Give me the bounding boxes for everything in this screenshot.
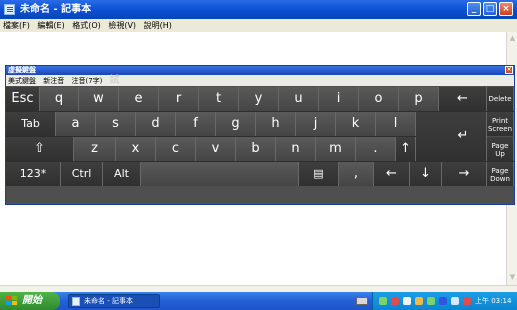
key-menu-icon[interactable]: ▤ <box>299 162 339 186</box>
key-i[interactable]: i <box>319 87 359 111</box>
key-alt[interactable]: Alt <box>103 162 141 186</box>
key-right-arrow[interactable]: → <box>442 162 487 186</box>
taskbar-notepad-button[interactable]: 未命名 - 記事本 <box>68 294 160 308</box>
menu-view[interactable]: 檢視(V) <box>108 21 136 30</box>
key-comma[interactable]: , <box>339 162 374 186</box>
system-tray: 上午 03:14 <box>372 292 517 310</box>
keyboard-tray-icon[interactable] <box>356 297 368 305</box>
key-ctrl[interactable]: Ctrl <box>61 162 103 186</box>
scroll-up-icon[interactable]: ▲ <box>508 34 517 43</box>
key-g[interactable]: g <box>216 112 256 136</box>
menu-bar: 檔案(F) 編輯(E) 格式(O) 檢視(V) 說明(H) <box>0 19 517 32</box>
notepad-icon <box>4 4 15 15</box>
key-delete[interactable]: Delete <box>487 87 514 111</box>
key-j[interactable]: j <box>296 112 336 136</box>
key-p[interactable]: p <box>399 87 439 111</box>
key-e[interactable]: e <box>119 87 159 111</box>
key-page-down[interactable]: Page Down <box>487 162 514 186</box>
menu-edit[interactable]: 編輯(E) <box>37 21 64 30</box>
key-up-arrow[interactable]: ↑ <box>396 137 416 161</box>
key-space[interactable] <box>141 162 299 186</box>
keyboard-title: 虛擬鍵盤 <box>8 66 36 74</box>
key-backspace[interactable]: ← <box>439 87 487 111</box>
notepad-task-icon <box>72 297 80 306</box>
menu-file[interactable]: 檔案(F) <box>3 21 30 30</box>
key-y[interactable]: y <box>239 87 279 111</box>
keyboard-titlebar[interactable]: 虛擬鍵盤 × <box>6 66 514 75</box>
keyboard-tabs: 美式鍵盤 新注音 注音(7字) 試 <box>6 75 514 86</box>
key-b[interactable]: b <box>236 137 276 161</box>
key-tab[interactable]: Tab <box>6 112 56 136</box>
key-x[interactable]: x <box>116 137 156 161</box>
key-t[interactable]: t <box>199 87 239 111</box>
display-icon[interactable] <box>439 297 447 305</box>
alert-icon[interactable] <box>463 297 471 305</box>
key-f[interactable]: f <box>176 112 216 136</box>
key-down-arrow[interactable]: ↓ <box>410 162 442 186</box>
key-r[interactable]: r <box>159 87 199 111</box>
task-label: 未命名 - 記事本 <box>84 297 133 305</box>
start-button[interactable]: 開始 <box>0 292 60 310</box>
update-icon[interactable] <box>427 297 435 305</box>
key-k[interactable]: k <box>336 112 376 136</box>
key-o[interactable]: o <box>359 87 399 111</box>
key-m[interactable]: m <box>316 137 356 161</box>
key-n[interactable]: n <box>276 137 316 161</box>
start-label: 開始 <box>22 295 42 306</box>
key-c[interactable]: c <box>156 137 196 161</box>
key-shift[interactable]: ⇧ <box>6 137 74 161</box>
key-q[interactable]: q <box>40 87 79 111</box>
input-icon[interactable] <box>403 297 411 305</box>
key-w[interactable]: w <box>79 87 119 111</box>
key-h[interactable]: h <box>256 112 296 136</box>
clock[interactable]: 上午 03:14 <box>475 292 511 310</box>
volume-icon[interactable] <box>451 297 459 305</box>
tab-us-keyboard[interactable]: 美式鍵盤 <box>8 77 36 85</box>
tab-zhuyin[interactable]: 注音(7字) <box>71 77 102 85</box>
network-icon[interactable] <box>379 297 387 305</box>
keyboard-close-icon[interactable]: × <box>505 66 513 74</box>
key-v[interactable]: v <box>196 137 236 161</box>
maximize-button[interactable]: □ <box>483 2 497 16</box>
taskbar: 開始 未命名 - 記事本 上午 03:14 <box>0 292 517 310</box>
key-page-up[interactable]: Page Up <box>487 137 514 161</box>
minimize-button[interactable]: _ <box>467 2 481 16</box>
window-titlebar[interactable]: 未命名 - 記事本 _ □ × <box>0 0 517 19</box>
menu-help[interactable]: 說明(H) <box>144 21 172 30</box>
key-l[interactable]: l <box>376 112 416 136</box>
key-u[interactable]: u <box>279 87 319 111</box>
key-s[interactable]: s <box>96 112 136 136</box>
shield-icon[interactable] <box>415 297 423 305</box>
tab-new-zhuyin[interactable]: 新注音 <box>43 77 64 85</box>
horizontal-scrollbar[interactable] <box>0 285 517 292</box>
key-esc[interactable]: Esc <box>6 87 40 111</box>
windows-logo-icon <box>6 296 17 306</box>
key-d[interactable]: d <box>136 112 176 136</box>
virtual-keyboard: 虛擬鍵盤 × 美式鍵盤 新注音 注音(7字) 試 Esc q w e r t y… <box>5 65 515 205</box>
window-title: 未命名 - 記事本 <box>20 4 92 15</box>
close-button[interactable]: × <box>499 2 513 16</box>
security-icon[interactable] <box>391 297 399 305</box>
menu-format[interactable]: 格式(O) <box>72 21 101 30</box>
key-left-arrow[interactable]: ← <box>374 162 410 186</box>
key-enter[interactable]: ↵ <box>439 124 487 148</box>
key-numbers-toggle[interactable]: 123* <box>6 162 61 186</box>
key-period[interactable]: . <box>356 137 396 161</box>
key-print-screen[interactable]: Print Screen <box>487 112 514 136</box>
key-z[interactable]: z <box>74 137 116 161</box>
scroll-down-icon[interactable]: ▼ <box>508 273 517 282</box>
key-a[interactable]: a <box>56 112 96 136</box>
ghost-text: 試 <box>109 75 120 86</box>
